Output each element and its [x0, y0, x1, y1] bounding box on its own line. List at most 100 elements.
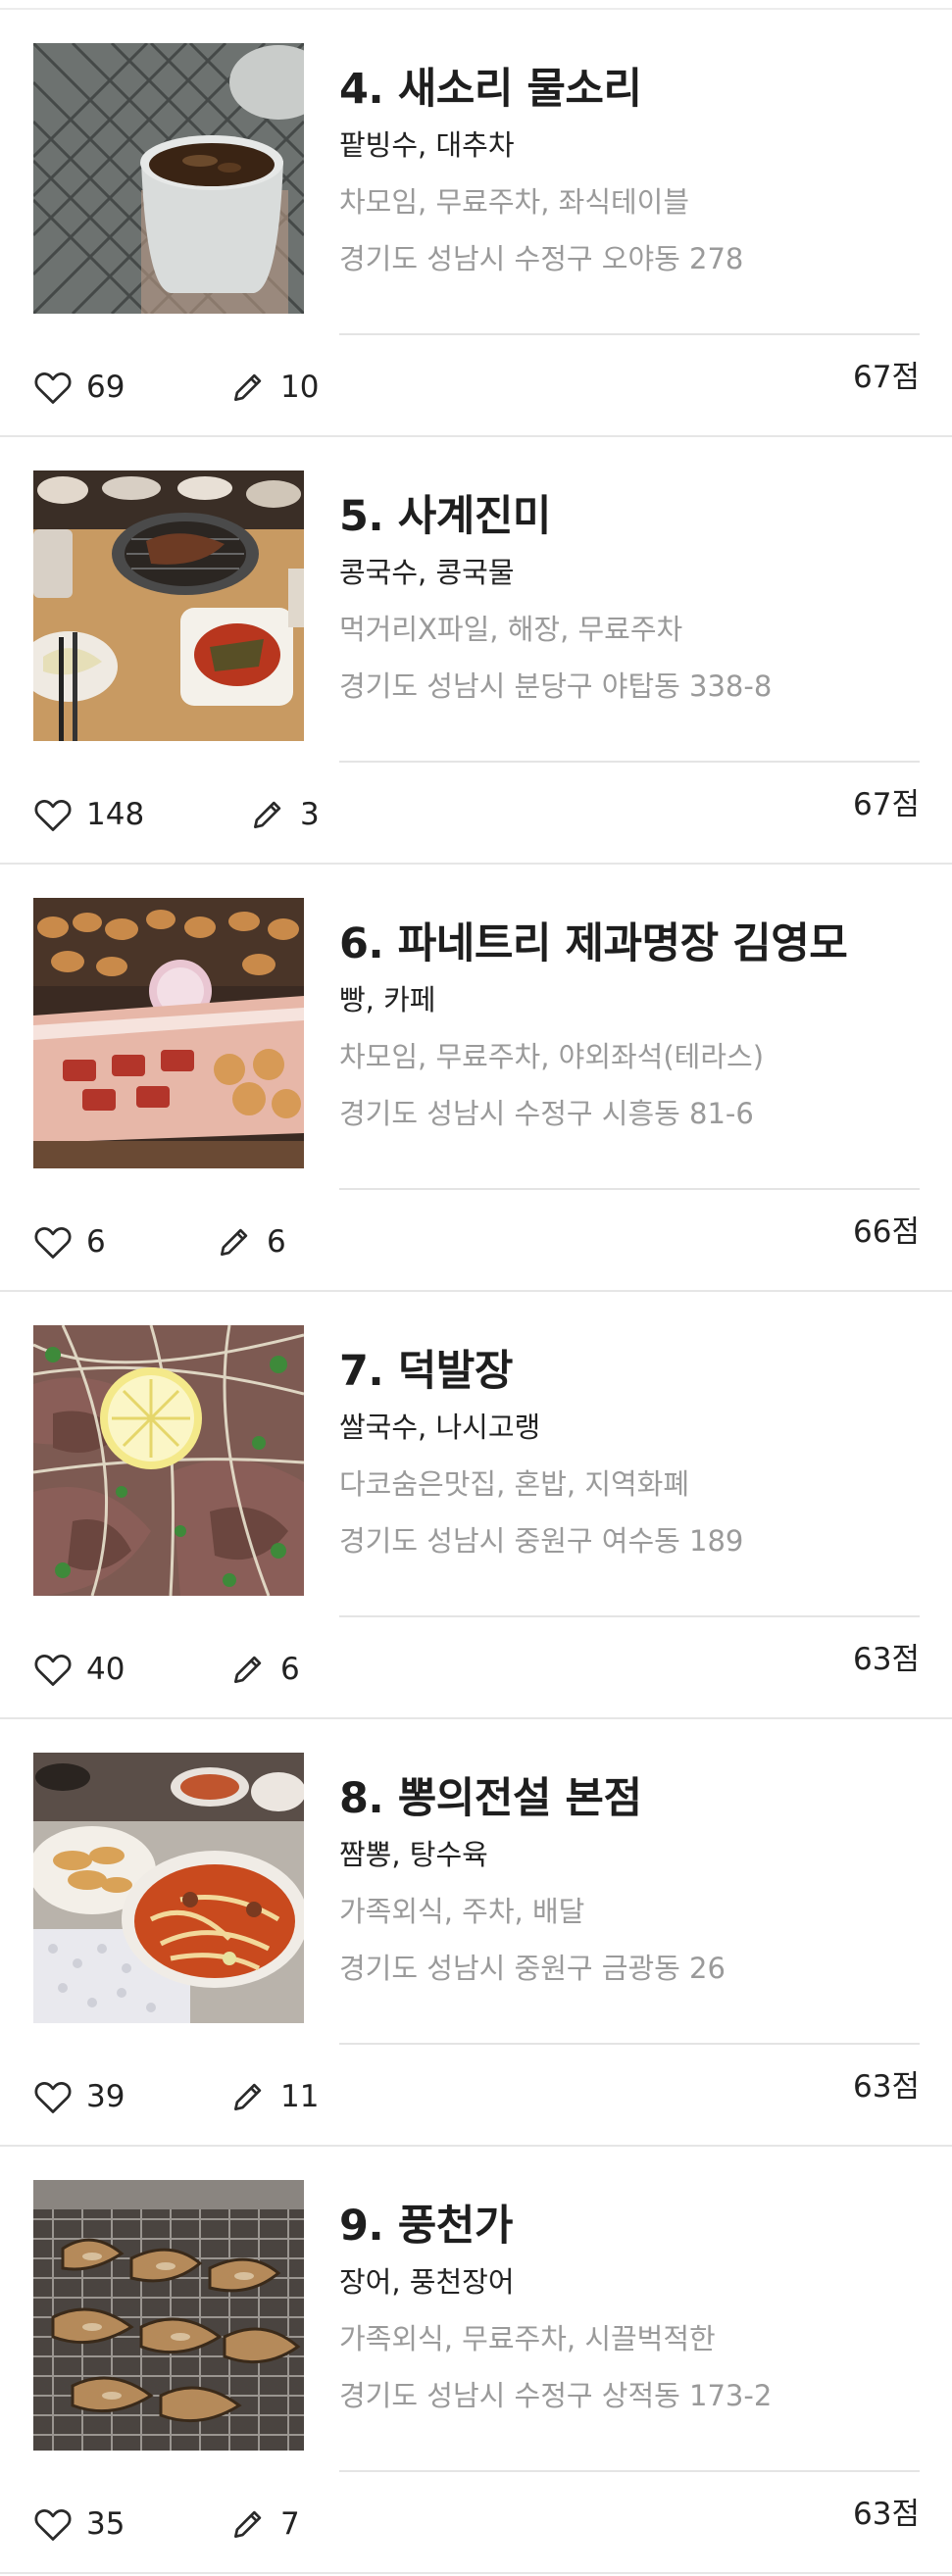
restaurant-card[interactable]: 5. 사계진미 콩국수, 콩국물 먹거리X파일, 해장, 무료주차 경기도 성남…	[0, 437, 952, 865]
card-stats: 40 6 63점	[33, 1642, 920, 1692]
eel-grill-photo	[33, 2180, 304, 2451]
like-button[interactable]: 69	[33, 367, 125, 408]
heart-icon	[34, 2082, 72, 2113]
like-button[interactable]: 40	[33, 1649, 125, 1690]
review-button[interactable]: 7	[229, 2503, 300, 2545]
card-divider	[339, 333, 920, 335]
restaurant-address: 경기도 성남시 수정구 오야동 278	[339, 242, 744, 275]
card-divider	[339, 1615, 920, 1617]
like-button[interactable]: 35	[33, 2503, 125, 2545]
score-label: 63점	[853, 2497, 920, 2532]
restaurant-card[interactable]: 4. 새소리 물소리 팥빙수, 대추차 차모임, 무료주차, 좌식테이블 경기도…	[0, 10, 952, 437]
like-button[interactable]: 6	[33, 1221, 106, 1263]
restaurant-photo[interactable]	[33, 898, 304, 1168]
restaurant-photo[interactable]	[33, 43, 304, 314]
like-count: 69	[86, 370, 125, 405]
score-label: 63점	[853, 2069, 920, 2105]
card-divider	[339, 2043, 920, 2045]
restaurant-menu: 빵, 카페	[339, 983, 436, 1016]
restaurant-card[interactable]: 8. 뽕의전설 본점 짬뽕, 탕수육 가족외식, 주차, 배달 경기도 성남시 …	[0, 1719, 952, 2147]
score-label: 67점	[853, 360, 920, 395]
restaurant-info: 4. 새소리 물소리 팥빙수, 대추차 차모임, 무료주차, 좌식테이블 경기도…	[339, 61, 927, 280]
restaurant-list: 4. 새소리 물소리 팥빙수, 대추차 차모임, 무료주차, 좌식테이블 경기도…	[0, 10, 952, 2574]
like-count: 39	[86, 2079, 125, 2114]
card-divider	[339, 2470, 920, 2472]
like-count: 35	[86, 2506, 125, 2542]
restaurant-info: 8. 뽕의전설 본점 짬뽕, 탕수육 가족외식, 주차, 배달 경기도 성남시 …	[339, 1770, 927, 1990]
heart-icon	[34, 372, 72, 404]
pho-bowl-photo	[33, 1325, 304, 1596]
heart-icon	[34, 1227, 72, 1259]
restaurant-photo[interactable]	[33, 1325, 304, 1596]
pencil-icon	[233, 373, 262, 402]
restaurant-menu: 콩국수, 콩국물	[339, 556, 515, 589]
review-button[interactable]: 10	[229, 367, 319, 408]
review-count: 11	[280, 2079, 320, 2114]
pencil-icon	[220, 1228, 248, 1257]
review-button[interactable]: 6	[216, 1221, 286, 1263]
review-button[interactable]: 3	[249, 794, 320, 835]
heart-icon	[34, 1655, 72, 1686]
restaurant-tags: 가족외식, 주차, 배달	[339, 1895, 585, 1928]
restaurant-address: 경기도 성남시 중원구 금광동 26	[339, 1952, 726, 1985]
like-count: 40	[86, 1652, 125, 1687]
restaurant-title[interactable]: 6. 파네트리 제과명장 김영모	[339, 916, 927, 972]
review-count: 3	[300, 797, 320, 832]
restaurant-photo[interactable]	[33, 1753, 304, 2023]
card-stats: 39 11 63점	[33, 2069, 920, 2119]
score-label: 67점	[853, 787, 920, 822]
restaurant-tags: 다코숨은맛집, 혼밥, 지역화폐	[339, 1467, 690, 1501]
like-count: 148	[86, 797, 145, 832]
heart-icon	[34, 800, 72, 831]
restaurant-tags: 차모임, 무료주차, 좌식테이블	[339, 185, 690, 219]
pencil-icon	[233, 2083, 262, 2111]
restaurant-info: 7. 덕발장 쌀국수, 나시고랭 다코숨은맛집, 혼밥, 지역화폐 경기도 성남…	[339, 1343, 927, 1562]
score-label: 66점	[853, 1214, 920, 1250]
like-button[interactable]: 148	[33, 794, 144, 835]
card-stats: 69 10 67점	[33, 360, 920, 410]
like-button[interactable]: 39	[33, 2076, 125, 2117]
pencil-icon	[253, 801, 281, 829]
restaurant-menu: 쌀국수, 나시고랭	[339, 1411, 541, 1444]
restaurant-menu: 팥빙수, 대추차	[339, 128, 515, 162]
card-stats: 6 6 66점	[33, 1214, 920, 1264]
restaurant-tags: 가족외식, 무료주차, 시끌벅적한	[339, 2322, 716, 2355]
card-stats: 148 3 67점	[33, 787, 920, 837]
tea-cup-photo	[33, 43, 304, 314]
restaurant-card[interactable]: 9. 풍천가 장어, 풍천장어 가족외식, 무료주차, 시끌벅적한 경기도 성남…	[0, 2147, 952, 2574]
card-divider	[339, 1188, 920, 1190]
restaurant-tags: 먹거리X파일, 해장, 무료주차	[339, 613, 683, 646]
restaurant-card[interactable]: 7. 덕발장 쌀국수, 나시고랭 다코숨은맛집, 혼밥, 지역화폐 경기도 성남…	[0, 1292, 952, 1719]
top-divider	[0, 0, 952, 10]
restaurant-info: 9. 풍천가 장어, 풍천장어 가족외식, 무료주차, 시끌벅적한 경기도 성남…	[339, 2198, 927, 2417]
restaurant-photo[interactable]	[33, 2180, 304, 2451]
restaurant-card[interactable]: 6. 파네트리 제과명장 김영모 빵, 카페 차모임, 무료주차, 야외좌석(테…	[0, 865, 952, 1292]
card-divider	[339, 761, 920, 763]
restaurant-address: 경기도 성남시 분당구 야탑동 338-8	[339, 669, 773, 703]
restaurant-menu: 장어, 풍천장어	[339, 2265, 515, 2299]
review-button[interactable]: 11	[229, 2076, 319, 2117]
restaurant-tags: 차모임, 무료주차, 야외좌석(테라스)	[339, 1040, 765, 1073]
restaurant-address: 경기도 성남시 중원구 여수동 189	[339, 1524, 744, 1558]
review-count: 6	[267, 1224, 286, 1260]
restaurant-title[interactable]: 5. 사계진미	[339, 488, 927, 545]
restaurant-title[interactable]: 7. 덕발장	[339, 1343, 927, 1400]
review-count: 7	[280, 2506, 300, 2542]
restaurant-info: 5. 사계진미 콩국수, 콩국물 먹거리X파일, 해장, 무료주차 경기도 성남…	[339, 488, 927, 708]
like-count: 6	[86, 1224, 106, 1260]
restaurant-address: 경기도 성남시 수정구 상적동 173-2	[339, 2379, 773, 2412]
restaurant-title[interactable]: 9. 풍천가	[339, 2198, 927, 2254]
pencil-icon	[233, 1656, 262, 1684]
restaurant-info: 6. 파네트리 제과명장 김영모 빵, 카페 차모임, 무료주차, 야외좌석(테…	[339, 916, 927, 1135]
bakery-display-photo	[33, 898, 304, 1168]
score-label: 63점	[853, 1642, 920, 1677]
jjamppong-photo	[33, 1753, 304, 2023]
card-stats: 35 7 63점	[33, 2497, 920, 2547]
restaurant-address: 경기도 성남시 수정구 시흥동 81-6	[339, 1097, 754, 1130]
grill-table-photo	[33, 471, 304, 741]
restaurant-photo[interactable]	[33, 471, 304, 741]
restaurant-title[interactable]: 4. 새소리 물소리	[339, 61, 927, 118]
review-button[interactable]: 6	[229, 1649, 300, 1690]
restaurant-title[interactable]: 8. 뽕의전설 본점	[339, 1770, 927, 1827]
review-count: 10	[280, 370, 320, 405]
